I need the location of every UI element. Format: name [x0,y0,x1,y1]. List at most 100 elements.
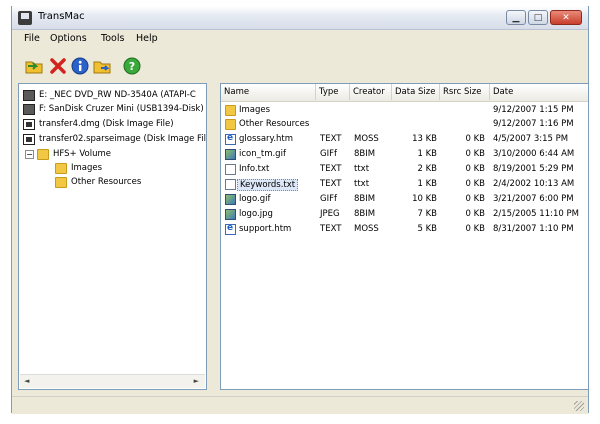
title-bar[interactable]: TransMac ▁ □ ✕ [12,6,588,30]
file-data-size: 13 KB [412,134,437,144]
file-date: 2/4/2002 10:13 AM [493,179,575,189]
list-header: Name Type Creator Data Size Rsrc Size Da… [221,84,588,102]
table-row[interactable]: Images 9/12/2007 1:15 PM [221,104,588,118]
file-rsrc-size: 0 KB [465,209,485,219]
column-type[interactable]: Type [316,84,350,100]
svg-text:?: ? [129,60,135,73]
disk-image-icon [23,118,35,130]
tree-item-label: Images [71,163,103,173]
file-data-size: 7 KB [417,209,437,219]
scroll-left-icon[interactable]: ◄ [24,377,29,385]
resize-grip-icon[interactable] [574,401,584,411]
delete-icon [50,58,66,74]
file-name: Images [239,105,271,115]
tree-item-hfs-volume[interactable]: HFS+ Volume [37,147,111,161]
menu-help[interactable]: Help [136,33,158,44]
info-icon [71,57,89,75]
maximize-button[interactable]: □ [528,10,548,25]
table-row[interactable]: icon_tm.gif GIFf 8BIM 1 KB 0 KB 3/10/200… [221,148,588,162]
column-name[interactable]: Name [221,84,316,100]
info-button[interactable] [70,56,90,76]
close-button[interactable]: ✕ [550,10,582,25]
file-name: glossary.htm [239,134,294,144]
file-rsrc-size: 0 KB [465,224,485,234]
file-rsrc-size: 0 KB [465,194,485,204]
text-file-icon [225,164,236,175]
table-row-selected[interactable]: Keywords.txt TEXT ttxt 1 KB 0 KB 2/4/200… [221,178,588,192]
open-folder-icon [25,61,43,74]
tree-item-label: E: _NEC DVD_RW ND-3540A (ATAPI-C [39,90,196,100]
folder-icon [225,119,236,130]
column-date[interactable]: Date [490,84,588,100]
file-type: GIFf [320,194,337,204]
image-file-icon [225,149,236,160]
folder-icon [37,148,49,160]
table-row[interactable]: Info.txt TEXT ttxt 2 KB 0 KB 8/19/2001 5… [221,163,588,177]
toolbar: ? [12,48,588,80]
file-type: TEXT [320,224,342,234]
file-name: logo.gif [239,194,271,204]
table-row[interactable]: support.htm TEXT MOSS 5 KB 0 KB 8/31/200… [221,223,588,237]
file-name: Info.txt [239,164,270,174]
menu-tools[interactable]: Tools [101,33,124,44]
image-file-icon [225,209,236,220]
table-row[interactable]: Other Resources 9/12/2007 1:16 PM [221,118,588,132]
copy-folder-button[interactable] [92,56,112,76]
html-file-icon [225,223,236,235]
file-name: Other Resources [239,119,310,129]
file-type: GIFf [320,149,337,159]
volume-tree[interactable]: E: _NEC DVD_RW ND-3540A (ATAPI-C F: SanD… [18,83,207,390]
table-row[interactable]: glossary.htm TEXT MOSS 13 KB 0 KB 4/5/20… [221,133,588,147]
text-file-icon [225,179,236,190]
file-date: 4/5/2007 3:15 PM [493,134,569,144]
column-data-size[interactable]: Data Size [392,84,440,100]
disk-icon [23,89,35,101]
file-data-size: 5 KB [417,224,437,234]
image-file-icon [225,194,236,205]
menu-file[interactable]: File [24,33,40,44]
scroll-right-icon[interactable]: ► [194,377,199,385]
folder-icon [55,176,67,188]
file-type: JPEG [320,209,340,219]
html-file-icon [225,133,236,145]
column-rsrc-size[interactable]: Rsrc Size [440,84,490,100]
tree-item-other-resources[interactable]: Other Resources [55,175,141,189]
app-window: TransMac ▁ □ ✕ File Options Tools Help ?… [11,6,589,414]
delete-button[interactable] [48,56,68,76]
file-data-size: 10 KB [412,194,437,204]
tree-item-transfer02-sparseimage[interactable]: transfer02.sparseimage (Disk Image File) [23,132,207,146]
table-row[interactable]: logo.jpg JPEG 8BIM 7 KB 0 KB 2/15/2005 1… [221,208,588,222]
folder-icon [55,162,67,174]
file-creator: MOSS [354,134,379,144]
file-data-size: 1 KB [417,149,437,159]
tree-item-transfer4-dmg[interactable]: transfer4.dmg (Disk Image File) [23,117,174,131]
file-data-size: 2 KB [417,164,437,174]
tree-item-drive-e[interactable]: E: _NEC DVD_RW ND-3540A (ATAPI-C [23,88,196,102]
file-date: 8/19/2001 5:29 PM [493,164,574,174]
file-creator: ttxt [354,164,370,174]
minimize-button[interactable]: ▁ [506,10,526,25]
file-name: support.htm [239,224,292,234]
collapse-expander[interactable]: − [25,150,34,159]
file-date: 3/21/2007 6:00 PM [493,194,574,204]
open-folder-button[interactable] [24,56,44,76]
table-row[interactable]: logo.gif GIFf 8BIM 10 KB 0 KB 3/21/2007 … [221,193,588,207]
tree-item-label: transfer4.dmg (Disk Image File) [39,119,174,129]
file-date: 2/15/2005 11:10 PM [493,209,579,219]
file-rsrc-size: 0 KB [465,134,485,144]
help-button[interactable]: ? [122,56,142,76]
menu-options[interactable]: Options [50,33,87,44]
file-list[interactable]: Name Type Creator Data Size Rsrc Size Da… [220,83,589,390]
maximize-icon: □ [533,12,543,23]
tree-item-drive-f[interactable]: F: SanDisk Cruzer Mini (USB1394-Disk) [23,102,204,116]
file-data-size: 1 KB [417,179,437,189]
help-icon: ? [123,57,141,75]
tree-item-images[interactable]: Images [55,161,102,175]
tree-item-label: transfer02.sparseimage (Disk Image File) [39,134,207,144]
file-name: icon_tm.gif [239,149,286,159]
tree-item-label: F: SanDisk Cruzer Mini (USB1394-Disk) [39,104,204,114]
file-creator: 8BIM [354,194,376,204]
tree-horizontal-scrollbar[interactable]: ◄ ► [20,374,205,388]
column-creator[interactable]: Creator [350,84,392,100]
file-creator: ttxt [354,179,370,189]
